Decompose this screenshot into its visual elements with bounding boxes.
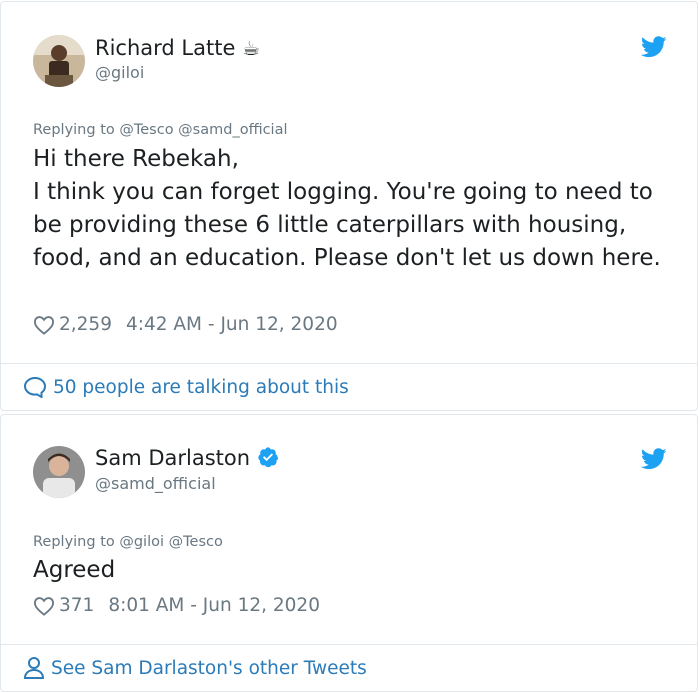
twitter-bird-icon[interactable] — [641, 448, 667, 470]
heart-icon[interactable] — [33, 596, 55, 616]
tweet-text: Hi there Rebekah, I think you can forget… — [33, 146, 661, 271]
replying-to[interactable]: Replying to @Tesco @samd_official — [33, 122, 288, 138]
tweet-meta: 371 8:01 AM - Jun 12, 2020 — [33, 595, 320, 616]
divider — [1, 363, 697, 364]
avatar[interactable] — [33, 35, 85, 87]
author-name[interactable]: Richard Latte ☕ — [95, 36, 260, 60]
verified-badge-icon — [258, 447, 278, 468]
speech-bubble-icon — [23, 376, 47, 398]
timestamp[interactable]: 4:42 AM - Jun 12, 2020 — [126, 314, 338, 335]
divider — [1, 644, 697, 645]
tweet-meta: 2,259 4:42 AM - Jun 12, 2020 — [33, 314, 338, 335]
twitter-bird-icon[interactable] — [641, 36, 667, 58]
coffee-icon: ☕ — [242, 36, 261, 60]
replying-to[interactable]: Replying to @giloi @Tesco — [33, 534, 223, 550]
author-handle[interactable]: @samd_official — [95, 474, 216, 493]
tweet-text: Agreed — [33, 557, 116, 583]
author-handle[interactable]: @giloi — [95, 63, 144, 82]
conversation-link[interactable]: 50 people are talking about this — [23, 376, 349, 398]
author-name[interactable]: Sam Darlaston — [95, 446, 279, 470]
other-tweets-link[interactable]: See Sam Darlaston's other Tweets — [23, 656, 367, 680]
timestamp[interactable]: 8:01 AM - Jun 12, 2020 — [108, 595, 320, 616]
avatar[interactable] — [33, 446, 85, 498]
heart-icon[interactable] — [33, 315, 55, 335]
tweet-card: Sam Darlaston @samd_official Replying to… — [0, 414, 698, 692]
tweet-card: Richard Latte ☕ @giloi Replying to @Tesc… — [0, 1, 698, 411]
like-count[interactable]: 371 — [59, 595, 94, 616]
person-icon — [23, 657, 45, 679]
like-count[interactable]: 2,259 — [59, 314, 112, 335]
